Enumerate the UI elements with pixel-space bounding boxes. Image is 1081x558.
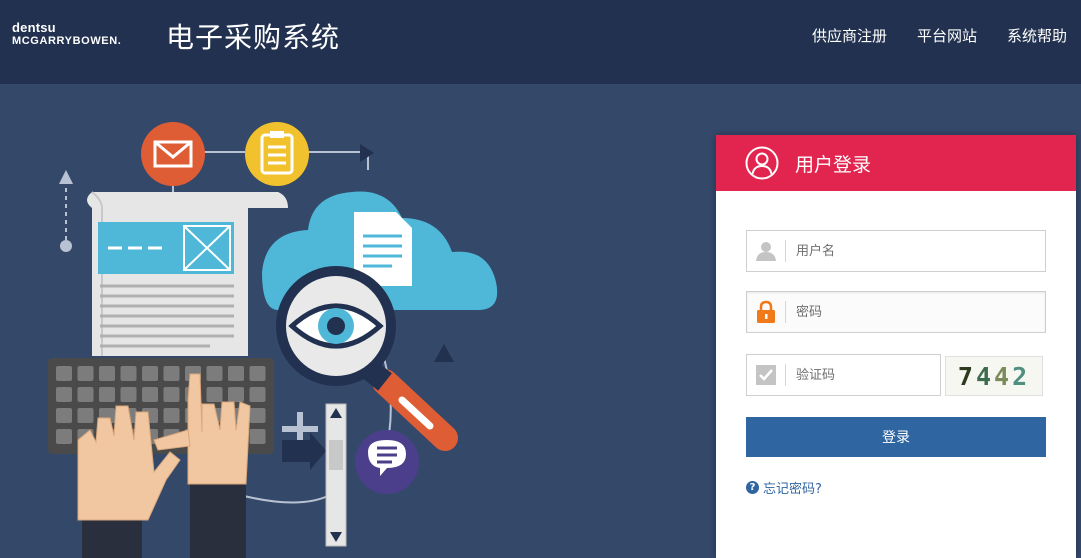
captcha-image[interactable]: 7 4 4 2 [945, 356, 1043, 396]
logo-line-2: MCGARRYBOWEN. [12, 35, 122, 47]
forgot-password-link[interactable]: ? 忘记密码? [746, 478, 822, 497]
forgot-password-label: 忘记密码? [763, 482, 822, 497]
captcha-digit: 4 [975, 361, 994, 391]
keyboard-key [77, 366, 94, 381]
lock-icon [747, 292, 785, 332]
top-nav: 供应商注册 平台网站 系统帮助 [812, 25, 1067, 46]
captcha-input[interactable] [796, 356, 936, 394]
login-title: 用户登录 [795, 153, 872, 176]
password-field [746, 291, 1046, 333]
clipboard-icon [245, 122, 309, 186]
field-separator [785, 364, 786, 386]
keyboard-key [206, 387, 223, 402]
keyboard-key [99, 366, 115, 381]
keyboard-key [249, 408, 266, 423]
login-header: 用户登录 [716, 135, 1076, 191]
help-icon: ? [746, 481, 759, 494]
brand-logo[interactable]: dentsu MCGARRYBOWEN. [12, 21, 121, 47]
keyboard-key [163, 387, 180, 402]
keyboard-key [142, 387, 158, 402]
password-input[interactable] [796, 293, 1036, 331]
keyboard-key [228, 366, 244, 381]
user-circle-icon [745, 146, 779, 180]
top-bar: dentsu MCGARRYBOWEN. 电子采购系统 供应商注册 平台网站 系… [0, 0, 1081, 84]
field-separator [785, 240, 786, 262]
keyboard-key [99, 387, 115, 402]
field-separator [785, 301, 786, 323]
keyboard-key [56, 408, 72, 423]
keyboard-key [249, 429, 266, 444]
captcha-digit: 7 [957, 361, 976, 391]
nav-system-help[interactable]: 系统帮助 [1007, 25, 1067, 46]
keyboard-key [142, 366, 158, 381]
login-panel: 用户登录 用户名 验证码 7 4 4 2 登录 ? 忘记密码? [716, 135, 1076, 558]
username-input[interactable] [796, 232, 1036, 270]
captcha-field [746, 354, 941, 396]
keyboard-key [249, 366, 266, 381]
nav-supplier-register[interactable]: 供应商注册 [812, 25, 887, 46]
keyboard-key [206, 366, 223, 381]
keyboard-key [56, 387, 72, 402]
keyboard-key [56, 366, 72, 381]
checkbox-icon [747, 355, 785, 395]
nav-platform-site[interactable]: 平台网站 [917, 25, 977, 46]
scrollbar-graphic [325, 403, 347, 547]
username-field [746, 230, 1046, 272]
document-icon [87, 191, 288, 356]
system-title: 电子采购系统 [166, 21, 341, 54]
logo-line-1: dentsu [12, 20, 56, 35]
keyboard-key [56, 429, 72, 444]
email-icon [141, 122, 205, 186]
keyboard-key [120, 366, 137, 381]
keyboard-key [77, 408, 94, 423]
keyboard-key [163, 408, 180, 423]
keyboard-key [228, 387, 244, 402]
keyboard-key [163, 366, 180, 381]
procurement-illustration [48, 122, 498, 558]
login-button[interactable]: 登录 [746, 417, 1046, 457]
captcha-digit: 2 [1012, 361, 1031, 391]
user-icon [747, 231, 785, 271]
chat-icon [355, 430, 419, 494]
keyboard-key [249, 387, 266, 402]
captcha-digit: 4 [994, 361, 1013, 391]
keyboard-key [77, 387, 94, 402]
keyboard-key [120, 387, 137, 402]
